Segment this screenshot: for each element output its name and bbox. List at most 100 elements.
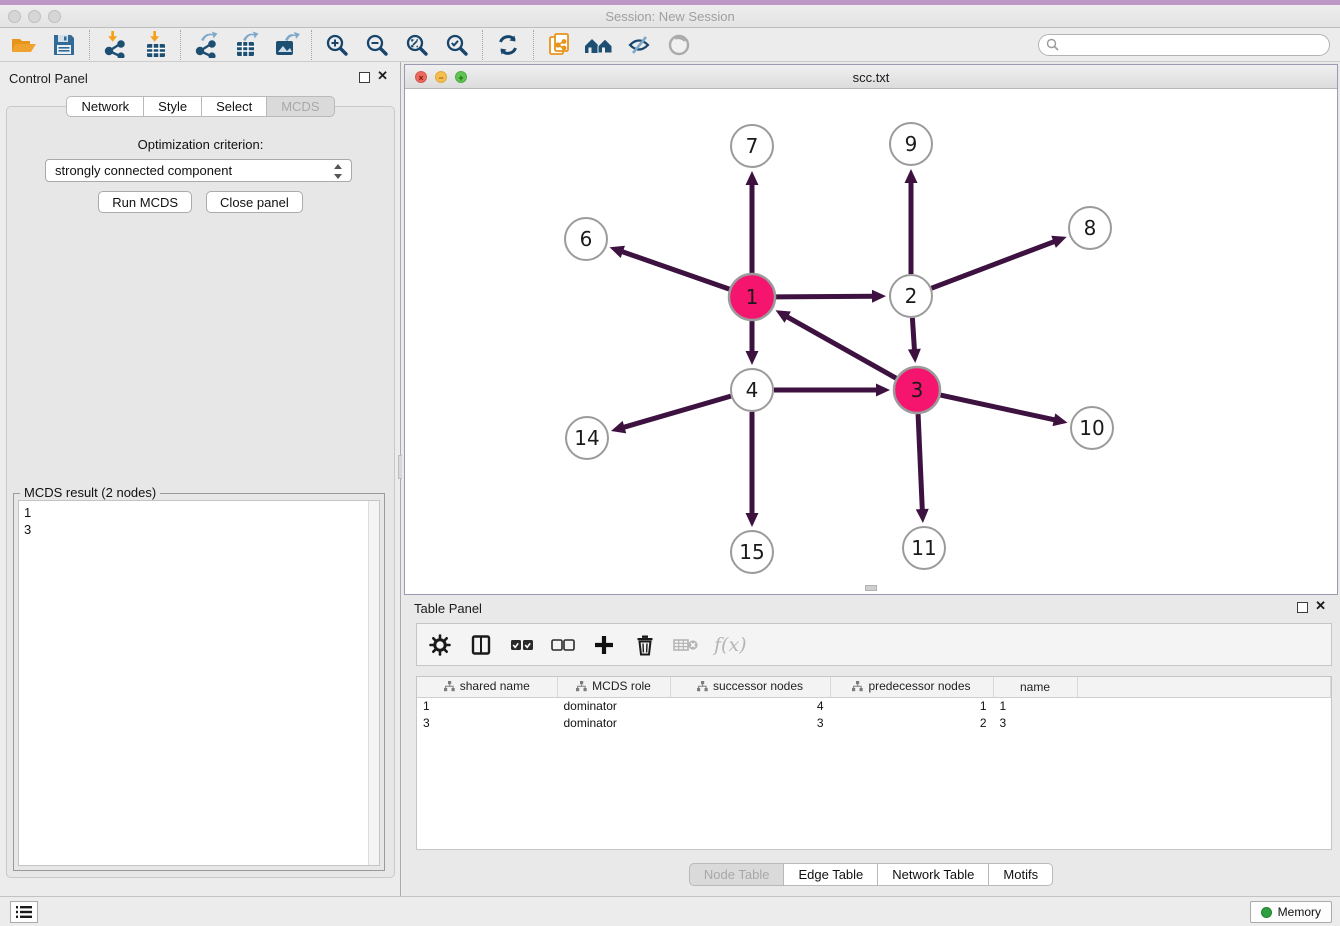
search-input[interactable] <box>1038 34 1330 56</box>
show-column-button[interactable] <box>468 632 494 658</box>
cell-predecessor-nodes[interactable]: 2 <box>830 714 993 731</box>
window-titlebar: Session: New Session <box>0 0 1340 28</box>
mcds-result-textarea[interactable]: 1 3 <box>18 500 380 866</box>
application-window: Session: New Session <box>0 0 1340 926</box>
zoom-selected-button[interactable] <box>437 30 477 60</box>
network-splitter-grip[interactable] <box>865 585 877 591</box>
graph-edge-arrowhead <box>610 246 625 258</box>
table-row[interactable]: 3 dominator 3 2 3 <box>417 714 1331 731</box>
column-header-name[interactable]: name <box>993 677 1077 697</box>
optimization-criterion-value: strongly connected component <box>55 163 232 178</box>
graph-edge-2-8[interactable] <box>932 241 1057 288</box>
table-settings-button[interactable] <box>427 632 453 658</box>
cell-name[interactable]: 3 <box>993 714 1077 731</box>
memory-button[interactable]: Memory <box>1250 901 1332 923</box>
status-bar: Memory <box>0 896 1340 926</box>
export-table-button[interactable] <box>226 30 266 60</box>
graph-edge-arrowhead <box>905 169 918 183</box>
list-icon <box>15 904 33 920</box>
zoom-in-button[interactable] <box>317 30 357 60</box>
import-network-button[interactable] <box>95 30 135 60</box>
tab-node-table[interactable]: Node Table <box>689 863 785 886</box>
tab-select[interactable]: Select <box>202 96 267 117</box>
export-image-icon <box>273 31 300 58</box>
hierarchy-icon <box>697 681 708 692</box>
graph-edge-3-11[interactable] <box>918 414 922 512</box>
toolbar-separator <box>180 30 181 60</box>
bird-view-icon <box>666 32 692 58</box>
run-mcds-button[interactable]: Run MCDS <box>98 191 192 213</box>
zoom-fit-button[interactable] <box>397 30 437 60</box>
graph-edge-1-6[interactable] <box>620 251 729 289</box>
close-panel-icon[interactable]: ✕ <box>377 69 388 83</box>
toolbar-separator <box>533 30 534 60</box>
network-graph[interactable]: 7968124314101511 <box>405 89 1337 594</box>
tab-mcds[interactable]: MCDS <box>267 96 334 117</box>
graph-edge-3-1[interactable] <box>785 316 896 379</box>
column-header-mcds-role[interactable]: MCDS role <box>557 677 670 697</box>
import-table-button[interactable] <box>135 30 175 60</box>
select-all-columns-button[interactable] <box>509 632 535 658</box>
delete-column-button[interactable] <box>632 632 658 658</box>
cell-mcds-role[interactable]: dominator <box>557 697 670 714</box>
graph-edge-3-10[interactable] <box>940 395 1056 420</box>
cell-shared-name[interactable]: 3 <box>417 714 557 731</box>
cell-name[interactable]: 1 <box>993 697 1077 714</box>
export-network-button[interactable] <box>186 30 226 60</box>
save-session-button[interactable] <box>44 30 84 60</box>
export-image-button[interactable] <box>266 30 306 60</box>
cell-mcds-role[interactable]: dominator <box>557 714 670 731</box>
table-panel-close-icon[interactable]: ✕ <box>1315 599 1326 613</box>
network-window-titlebar[interactable]: × − + scc.txt <box>405 65 1337 89</box>
titlebar-accent-strip <box>0 0 1340 5</box>
optimization-criterion-select[interactable]: strongly connected component <box>45 159 352 182</box>
task-history-button[interactable] <box>10 901 38 923</box>
table-panel-float-icon[interactable] <box>1297 602 1308 613</box>
graph-node-label: 2 <box>905 284 918 308</box>
apply-preferred-layout-button[interactable] <box>579 30 619 60</box>
graph-node-label: 4 <box>746 378 759 402</box>
tab-network-table[interactable]: Network Table <box>878 863 989 886</box>
tab-motifs[interactable]: Motifs <box>989 863 1053 886</box>
delete-table-button[interactable] <box>673 632 699 658</box>
refresh-layout-button[interactable] <box>488 30 528 60</box>
toggle-bird-view-button[interactable] <box>659 30 699 60</box>
cell-predecessor-nodes[interactable]: 1 <box>830 697 993 714</box>
cell-successor-nodes[interactable]: 4 <box>670 697 830 714</box>
result-scrollbar[interactable] <box>368 501 379 865</box>
column-header-successor-nodes[interactable]: successor nodes <box>670 677 830 697</box>
function-builder-button[interactable]: f(x) <box>714 632 747 658</box>
tab-edge-table[interactable]: Edge Table <box>784 863 878 886</box>
show-graphics-details-button[interactable] <box>619 30 659 60</box>
hierarchy-icon <box>576 681 587 692</box>
graph-node-label: 3 <box>911 378 924 402</box>
node-table[interactable]: shared name MCDS role successor nodes pr… <box>416 676 1332 850</box>
zoom-out-button[interactable] <box>357 30 397 60</box>
table-row[interactable]: 1 dominator 4 1 1 <box>417 697 1331 714</box>
clone-network-icon <box>546 31 573 58</box>
graph-edge-2-3[interactable] <box>912 318 914 352</box>
result-line: 3 <box>24 521 379 538</box>
cell-shared-name[interactable]: 1 <box>417 697 557 714</box>
cell-successor-nodes[interactable]: 3 <box>670 714 830 731</box>
graph-edge-4-14[interactable] <box>622 396 731 428</box>
deselect-all-columns-button[interactable] <box>550 632 576 658</box>
close-panel-button[interactable]: Close panel <box>206 191 303 213</box>
columns-icon <box>470 634 492 656</box>
zoom-out-icon <box>364 32 390 58</box>
zoom-fit-icon <box>404 32 430 58</box>
graph-edge-1-2[interactable] <box>776 296 875 297</box>
graph-edge-arrowhead <box>1051 236 1066 248</box>
float-panel-icon[interactable] <box>359 72 370 83</box>
cell-filler <box>1077 714 1331 731</box>
tab-style[interactable]: Style <box>144 96 202 117</box>
column-header-shared-name[interactable]: shared name <box>417 677 557 697</box>
tab-network[interactable]: Network <box>66 96 144 117</box>
open-session-button[interactable] <box>4 30 44 60</box>
add-column-button[interactable] <box>591 632 617 658</box>
import-network-icon <box>102 31 129 58</box>
mcds-result-group: MCDS result (2 nodes) 1 3 <box>13 493 385 871</box>
clone-network-button[interactable] <box>539 30 579 60</box>
column-header-predecessor-nodes[interactable]: predecessor nodes <box>830 677 993 697</box>
refresh-icon <box>495 32 521 58</box>
